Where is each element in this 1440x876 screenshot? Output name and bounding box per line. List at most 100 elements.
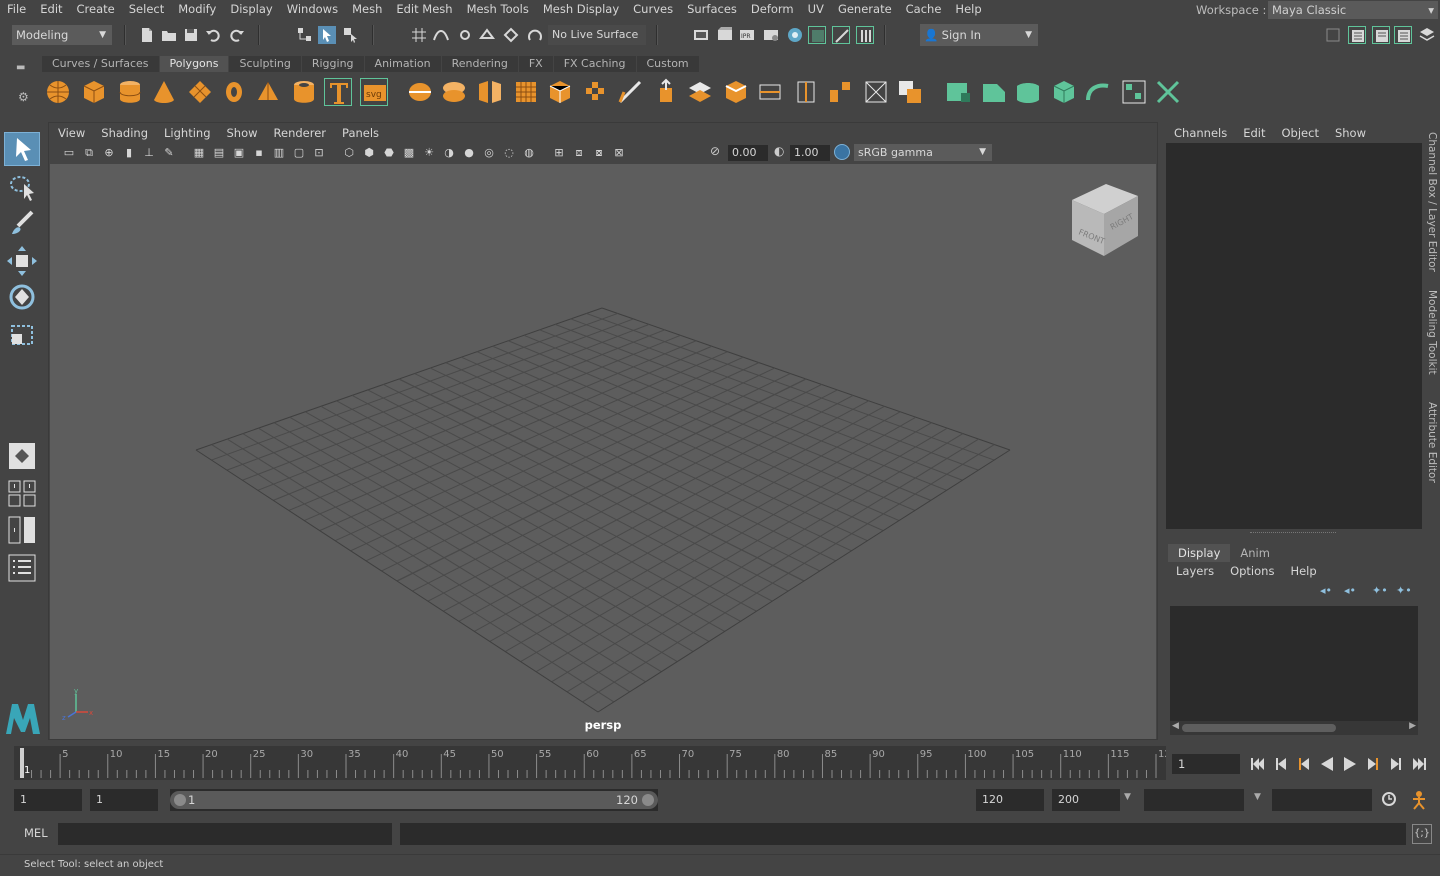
poly-pyramid-icon[interactable] (254, 78, 282, 106)
gamma-field[interactable]: 1.00 (790, 145, 830, 161)
poly-plane-icon[interactable] (186, 78, 214, 106)
viewport-menu-item-2[interactable]: Lighting (156, 124, 218, 142)
insert-edge-loop-icon[interactable] (792, 78, 820, 106)
textured-icon[interactable]: ▩ (400, 144, 418, 162)
snap-point-icon[interactable] (456, 26, 474, 44)
sign-in-dropdown[interactable]: 👤 Sign In ▼ (920, 24, 1038, 46)
persp-viewport[interactable]: FRONT RIGHT y x z persp (50, 164, 1156, 739)
layer-editor-tab-1[interactable]: Anim (1230, 544, 1280, 562)
scroll-right-icon[interactable]: ▶ (1409, 721, 1416, 731)
command-input[interactable] (58, 823, 392, 845)
wireframe-icon[interactable]: ⬡ (340, 144, 358, 162)
poly-sphere-icon[interactable] (44, 78, 72, 106)
poly-type-icon[interactable] (324, 78, 352, 106)
select-object-icon[interactable] (318, 26, 336, 44)
render-setup-icon[interactable] (808, 26, 826, 44)
select-camera-icon[interactable]: ▭ (60, 144, 78, 162)
menu-item-15[interactable]: Generate (831, 0, 899, 20)
grease-pencil-icon[interactable]: ✎ (160, 144, 178, 162)
lasso-tool-icon[interactable] (4, 170, 40, 204)
menu-item-2[interactable]: Create (70, 0, 122, 20)
command-language-label[interactable]: MEL (24, 826, 48, 840)
viewport-menu-item-5[interactable]: Panels (334, 124, 387, 142)
redo-icon[interactable] (228, 26, 246, 44)
snap-live-icon[interactable] (502, 26, 520, 44)
shelf-settings-gear-icon[interactable]: ⚙ (18, 90, 29, 104)
planar-mapping-icon[interactable] (980, 78, 1008, 106)
reduce-icon[interactable] (546, 78, 574, 106)
boolean-icon[interactable] (896, 78, 924, 106)
toggle-modeling-toolkit-icon[interactable] (1324, 26, 1342, 44)
layer-editor-menu-item-0[interactable]: Layers (1168, 562, 1222, 580)
undo-icon[interactable] (204, 26, 222, 44)
motion-blur-icon[interactable]: ◎ (480, 144, 498, 162)
chevron-down-icon[interactable]: ▼ (1124, 792, 1131, 802)
shelf-tab-8[interactable]: Custom (636, 56, 699, 72)
isolate-select-icon[interactable]: ⊞ (550, 144, 568, 162)
scroll-left-icon[interactable]: ◀ (1172, 721, 1179, 731)
snap-view-plane-icon[interactable] (478, 26, 496, 44)
image-plane-icon[interactable]: ▮ (120, 144, 138, 162)
channel-box-menu-item-2[interactable]: Object (1274, 124, 1327, 142)
channel-box-menu-item-0[interactable]: Channels (1166, 124, 1235, 142)
viewport-menu-item-0[interactable]: View (50, 124, 93, 142)
workspace-dropdown[interactable]: Maya Classic ▾ (1268, 1, 1438, 19)
range-start-handle[interactable] (174, 794, 186, 806)
safe-title-icon[interactable]: ⊡ (310, 144, 328, 162)
color-space-dropdown[interactable]: sRGB gamma ▼ (854, 144, 992, 161)
scale-tool-icon[interactable] (4, 318, 40, 352)
go-to-end-icon[interactable] (1410, 755, 1428, 773)
offset-edge-loop-icon[interactable] (826, 78, 854, 106)
splitter-handle[interactable] (1250, 532, 1336, 534)
range-slider[interactable]: 1 120 (170, 789, 658, 811)
layer-editor-menu-item-1[interactable]: Options (1222, 562, 1282, 580)
select-component-icon[interactable] (342, 26, 360, 44)
poly-torus-icon[interactable] (220, 78, 248, 106)
layout-uv-icon[interactable] (1120, 78, 1148, 106)
channel-box-layer-editor-tab[interactable]: Channel Box / Layer Editor (1424, 132, 1440, 272)
go-to-start-icon[interactable] (1249, 755, 1267, 773)
poly-cone-icon[interactable] (150, 78, 178, 106)
move-layer-up-icon[interactable]: ◂• (1320, 584, 1332, 597)
character-set-icon[interactable] (1408, 790, 1430, 810)
viewport-menu-item-3[interactable]: Show (219, 124, 266, 142)
separate-icon[interactable] (440, 78, 468, 106)
uv-editor-icon[interactable] (944, 78, 972, 106)
wireframe-on-shaded-icon[interactable]: ⬣ (380, 144, 398, 162)
shelf-tab-6[interactable]: FX (518, 56, 553, 72)
render-settings-icon[interactable] (762, 26, 780, 44)
menu-item-16[interactable]: Cache (899, 0, 949, 20)
light-editor-icon[interactable] (832, 26, 850, 44)
film-gate-icon[interactable]: ▤ (210, 144, 228, 162)
layer-stack-icon[interactable] (1418, 26, 1436, 44)
target-weld-icon[interactable] (862, 78, 890, 106)
menu-item-5[interactable]: Display (223, 0, 279, 20)
step-forward-key-icon[interactable] (1364, 755, 1382, 773)
grid-toggle-icon[interactable]: ▦ (190, 144, 208, 162)
shadows-icon[interactable]: ◑ (440, 144, 458, 162)
bookmark-icon[interactable]: ⊕ (100, 144, 118, 162)
live-surface-field[interactable]: No Live Surface (548, 25, 646, 45)
animation-end-field[interactable]: 200 (1052, 789, 1120, 811)
exposure-icon[interactable]: ⊘ (710, 144, 720, 158)
save-scene-icon[interactable] (182, 26, 200, 44)
step-back-key-icon[interactable] (1295, 755, 1313, 773)
current-time-marker[interactable] (20, 748, 24, 778)
anim-layer-field[interactable] (1272, 789, 1372, 811)
menu-item-9[interactable]: Mesh Tools (460, 0, 536, 20)
exposure-field[interactable]: 0.00 (728, 145, 768, 161)
attribute-editor-tab[interactable]: Attribute Editor (1424, 402, 1440, 486)
layer-editor-menu-item-2[interactable]: Help (1282, 562, 1324, 580)
animation-start-field[interactable]: 1 (14, 789, 82, 811)
bridge-icon[interactable] (686, 78, 714, 106)
shelf-tab-0[interactable]: Curves / Surfaces (42, 56, 159, 72)
layer-list[interactable] (1170, 606, 1418, 721)
color-management-icon[interactable] (834, 144, 850, 160)
fps-field[interactable] (1144, 789, 1244, 811)
viewport-menu-item-4[interactable]: Renderer (266, 124, 335, 142)
open-scene-icon[interactable] (160, 26, 178, 44)
shelf-tab-3[interactable]: Rigging (301, 56, 364, 72)
unfold-icon[interactable] (1084, 78, 1112, 106)
use-all-lights-icon[interactable]: ☀ (420, 144, 438, 162)
safe-action-icon[interactable]: ▢ (290, 144, 308, 162)
